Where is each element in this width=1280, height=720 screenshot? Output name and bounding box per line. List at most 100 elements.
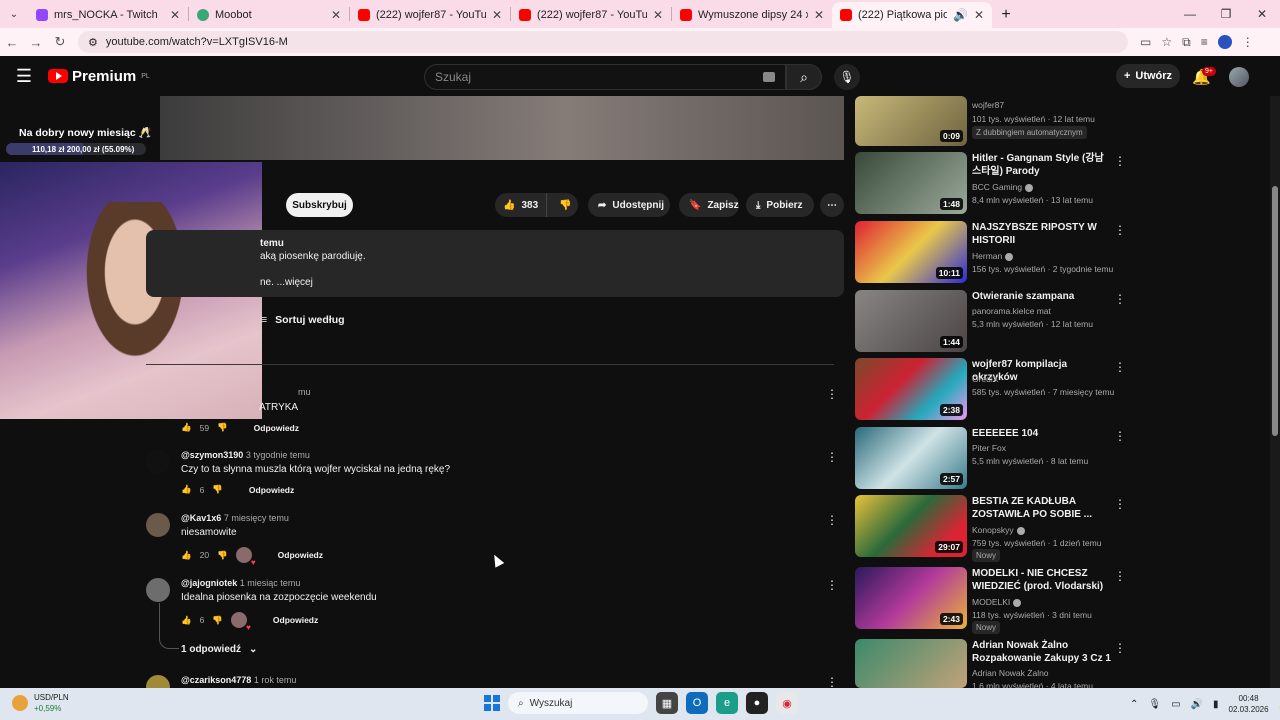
cast-icon[interactable]: ▭ [1140, 35, 1151, 49]
new-tab-button[interactable]: + [992, 2, 1020, 28]
avatar[interactable] [146, 513, 170, 537]
microphone-tray-icon[interactable]: 🎙 [1148, 699, 1161, 710]
show-replies-button[interactable]: 1 odpowiedź ⌄ [181, 644, 257, 655]
channel-name[interactable]: wojfer87 [972, 100, 1004, 110]
profile-icon[interactable] [1217, 35, 1232, 49]
comment-author[interactable]: @jajogniotek [181, 578, 237, 588]
thumbs-down-icon[interactable]: 👎 [212, 484, 223, 495]
back-icon[interactable]: ← [0, 35, 24, 50]
video-thumbnail[interactable]: 1:44 [855, 290, 967, 352]
keyboard-icon[interactable] [763, 72, 775, 82]
like-button[interactable]: 👍 383 [495, 193, 548, 217]
channel-name[interactable]: Konopskyy [972, 525, 1014, 535]
windows-start-icon[interactable] [484, 695, 500, 711]
comment-menu-icon[interactable]: ⋮ [826, 450, 838, 464]
avatar[interactable] [146, 578, 170, 602]
currency-widget[interactable]: USD/PLN +0,59% [12, 692, 69, 714]
video-menu-icon[interactable]: ⋮ [1114, 292, 1126, 306]
close-tab-icon[interactable]: ✕ [492, 8, 502, 22]
video-menu-icon[interactable]: ⋮ [1114, 360, 1126, 374]
more-actions-button[interactable]: ⋯ [820, 193, 844, 217]
video-title[interactable]: Adrian Nowak Żalno Rozpakowanie Zakupy 3… [972, 639, 1112, 665]
comment-author[interactable]: @szymon3190 [181, 450, 243, 460]
volume-icon[interactable]: 🔊 [1191, 699, 1203, 710]
video-title[interactable]: Otwieranie szampana [972, 290, 1112, 303]
reply-button[interactable]: Odpowiedz [278, 550, 323, 560]
comment-author[interactable]: @czarikson4778 [181, 675, 251, 685]
close-tab-icon[interactable]: ✕ [974, 8, 984, 22]
bookmark-star-icon[interactable]: ☆ [1161, 35, 1172, 49]
reply-button[interactable]: Odpowiedz [273, 615, 318, 625]
video-thumbnail[interactable]: 2:38 [855, 358, 967, 420]
video-title[interactable]: Hitler - Gangnam Style (강남스타일) Parody [972, 152, 1112, 178]
search-input[interactable]: Szukaj [424, 64, 786, 90]
avatar[interactable] [146, 450, 170, 474]
create-button[interactable]: + Utwórz [1116, 64, 1180, 88]
close-tab-icon[interactable]: ✕ [331, 8, 341, 22]
video-menu-icon[interactable]: ⋮ [1114, 429, 1126, 443]
thumbs-down-icon[interactable]: 👎 [217, 422, 228, 433]
channel-name[interactable]: GrediX [972, 374, 998, 384]
video-thumbnail[interactable]: 2:57 [855, 427, 967, 489]
comment-menu-icon[interactable]: ⋮ [826, 675, 838, 689]
description-more-link[interactable]: ne. ...więcej [260, 277, 313, 288]
scrollbar-thumb[interactable] [1272, 186, 1278, 436]
video-thumbnail[interactable]: 2:43 [855, 567, 967, 629]
thumbs-down-icon[interactable]: 👎 [212, 615, 223, 626]
channel-name[interactable]: BCC Gaming [972, 182, 1022, 192]
channel-name[interactable]: MODELKI [972, 597, 1010, 607]
close-window-icon[interactable]: ✕ [1244, 7, 1280, 21]
video-menu-icon[interactable]: ⋮ [1114, 641, 1126, 655]
tab-search-icon[interactable]: ⌄ [0, 0, 28, 28]
outlook-icon[interactable]: O [686, 692, 708, 714]
url-field[interactable]: ⚙ youtube.com/watch?v=LXTgISV16-M [78, 31, 1128, 53]
network-icon[interactable]: ▭ [1171, 699, 1180, 710]
search-button[interactable]: ⌕ [786, 64, 822, 90]
channel-name[interactable]: Piter Fox [972, 443, 1006, 453]
comment-author[interactable]: @Kav1x6 [181, 513, 221, 523]
download-button[interactable]: ⤓ Pobierz [746, 193, 814, 217]
video-menu-icon[interactable]: ⋮ [1114, 569, 1126, 583]
video-thumbnail[interactable]: 1:48 [855, 152, 967, 214]
channel-name[interactable]: Adrian Nowak Żalno [972, 668, 1049, 678]
browser-tab[interactable]: Wymuszone dipsy 24 x 95 kg - ✕ [672, 2, 832, 28]
browser-tab[interactable]: (222) wojfer87 - YouTube ✕ [350, 2, 510, 28]
video-player[interactable] [146, 96, 844, 160]
browser-tab[interactable]: mrs_NOCKA - Twitch ✕ [28, 2, 188, 28]
media-control-icon[interactable]: ≡ [1201, 35, 1208, 49]
browser-tab-active[interactable]: (222) Piątkowa piosenka - V 🔊 ✕ [832, 2, 992, 28]
page-scrollbar[interactable] [1270, 96, 1280, 688]
subscribe-button[interactable]: Subskrybuj [286, 193, 353, 217]
forward-icon[interactable]: → [24, 35, 48, 50]
thumbs-up-icon[interactable]: 👍 [181, 615, 192, 626]
chrome-icon[interactable]: ◉ [776, 692, 798, 714]
video-thumbnail[interactable] [855, 639, 967, 688]
minimize-icon[interactable]: — [1172, 7, 1208, 21]
comment-menu-icon[interactable]: ⋮ [826, 513, 838, 527]
tray-chevron-icon[interactable]: ⌃ [1130, 699, 1138, 710]
video-title[interactable]: EEEEEEE 104 [972, 427, 1112, 440]
thumbs-down-icon[interactable]: 👎 [217, 550, 228, 561]
clock[interactable]: 00:48 02.03.2026 [1229, 693, 1269, 715]
video-menu-icon[interactable]: ⋮ [1114, 223, 1126, 237]
reply-button[interactable]: Odpowiedz [249, 485, 294, 495]
share-button[interactable]: ➦ Udostępnij [588, 193, 670, 217]
channel-name[interactable]: panorama.kielce mat [972, 306, 1051, 316]
hamburger-menu-icon[interactable]: ☰ [0, 66, 48, 87]
extensions-icon[interactable]: ⧉ [1182, 35, 1191, 50]
voice-search-button[interactable]: 🎙 [834, 64, 860, 90]
browser-tab[interactable]: (222) wojfer87 - YouTube ✕ [511, 2, 671, 28]
browser-tab[interactable]: Moobot ✕ [189, 2, 349, 28]
close-tab-icon[interactable]: ✕ [814, 8, 824, 22]
video-thumbnail[interactable]: 29:07 [855, 495, 967, 557]
video-title[interactable]: MODELKI - NIE CHCESZ WIEDZIEĆ (prod. Vlo… [972, 567, 1112, 593]
taskbar-search[interactable]: ⌕ Wyszukaj [508, 692, 648, 714]
site-info-icon[interactable]: ⚙ [88, 36, 98, 49]
save-button[interactable]: 🔖 Zapisz [679, 193, 739, 217]
dislike-button[interactable]: 👎 [553, 200, 578, 211]
video-thumbnail[interactable]: 10:11 [855, 221, 967, 283]
obs-icon[interactable]: ● [746, 692, 768, 714]
reply-button[interactable]: Odpowiedz [254, 423, 299, 433]
video-title[interactable]: BESTIA ZE KADŁUBA ZOSTAWIŁA PO SOBIE ... [972, 495, 1112, 521]
battery-icon[interactable]: ▮ [1213, 699, 1219, 710]
